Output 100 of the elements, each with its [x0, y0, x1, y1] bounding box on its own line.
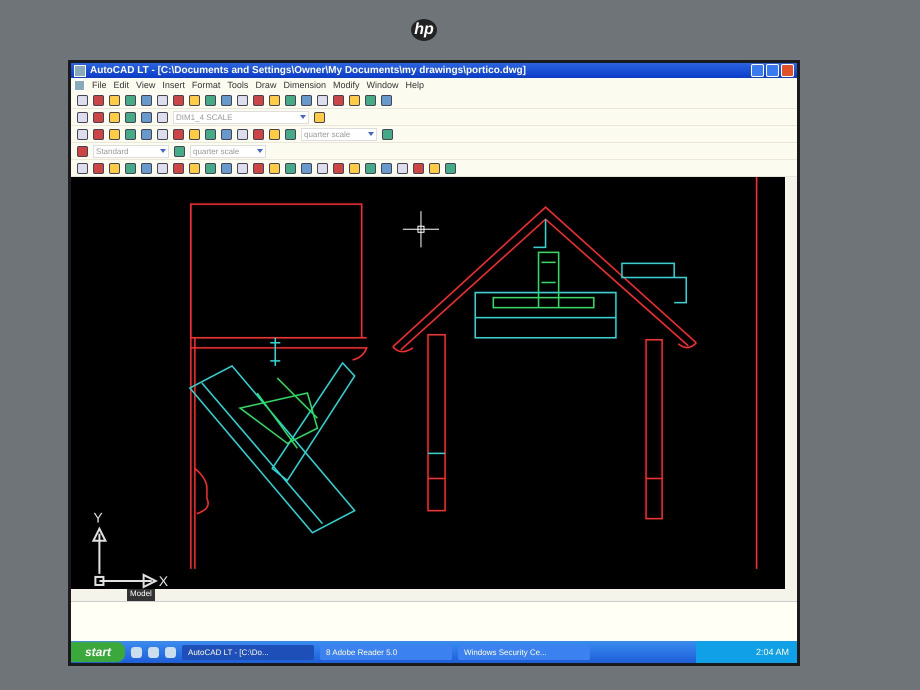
toolbar-icon[interactable]	[317, 162, 328, 174]
toolbar-icon[interactable]	[253, 128, 264, 140]
taskbar-button[interactable]: Windows Security Ce...	[458, 644, 590, 660]
toolbar-icon[interactable]	[269, 128, 280, 140]
menu-item[interactable]: Help	[406, 80, 424, 90]
vertical-scrollbar[interactable]	[785, 177, 797, 589]
toolbar-icon[interactable]	[77, 162, 88, 174]
toolbar-icon[interactable]	[189, 162, 200, 174]
toolbar-icon[interactable]	[189, 128, 200, 140]
toolbar-icon[interactable]	[349, 162, 360, 174]
toolbar-icon[interactable]	[253, 94, 264, 106]
toolbar-icon[interactable]	[93, 128, 104, 140]
toolbar-icon[interactable]	[141, 94, 152, 106]
toolbar-icon[interactable]	[93, 94, 104, 106]
toolbar-icon[interactable]	[125, 94, 136, 106]
quick-launch-icon[interactable]	[165, 646, 176, 658]
toolbar-icon[interactable]	[125, 162, 136, 174]
toolbar-icon[interactable]	[314, 112, 325, 122]
toolbar-icon[interactable]	[221, 162, 232, 174]
toolbar-icon[interactable]	[301, 162, 312, 174]
toolbar-icon[interactable]	[365, 162, 376, 174]
toolbar-icon[interactable]	[382, 128, 393, 140]
toolbar-icon[interactable]	[77, 112, 88, 122]
toolbar-icon[interactable]	[157, 112, 168, 122]
menu-item[interactable]: Format	[192, 80, 220, 90]
toolbar-icon[interactable]	[317, 94, 328, 106]
menu-item[interactable]: Dimension	[283, 80, 326, 90]
toolbar-icon[interactable]	[189, 94, 200, 106]
menu-item[interactable]: Modify	[332, 80, 360, 90]
caret-icon	[300, 115, 306, 119]
menu-item[interactable]: Tools	[227, 80, 248, 90]
toolbar-icon[interactable]	[269, 162, 280, 174]
toolbar-icon[interactable]	[253, 162, 264, 174]
layout-tab[interactable]: Model	[127, 589, 155, 601]
toolbar-icon[interactable]	[237, 128, 248, 140]
menu-item[interactable]: View	[136, 80, 156, 90]
toolbar-icon[interactable]	[77, 146, 88, 156]
toolbar-icon[interactable]	[381, 94, 392, 106]
toolbar-icon[interactable]	[141, 128, 152, 140]
quick-launch-icon[interactable]	[148, 646, 160, 658]
toolbar-icon[interactable]	[93, 162, 104, 174]
toolbar-icon[interactable]	[285, 94, 296, 106]
maximize-button[interactable]	[766, 64, 779, 77]
toolbar-icon[interactable]	[77, 128, 88, 140]
toolbar-icon[interactable]	[429, 162, 440, 174]
toolbar-icon[interactable]	[141, 162, 152, 174]
logo: hp	[411, 19, 437, 41]
toolbar-icon[interactable]	[109, 94, 120, 106]
toolbar-icon[interactable]	[109, 112, 120, 122]
toolbar-icon[interactable]	[365, 94, 376, 106]
toolbar-icon[interactable]	[397, 162, 408, 174]
toolbar-icon[interactable]	[109, 128, 120, 140]
window-title: AutoCAD LT - [C:\Documents and Settings\Owner\My Documents\my drawings\portico.dwg]	[90, 65, 526, 76]
caret-icon	[368, 132, 374, 136]
caret-icon	[160, 149, 166, 153]
toolbar-icon[interactable]	[157, 162, 168, 174]
menu-item[interactable]: Draw	[255, 80, 276, 90]
menu-item[interactable]: Window	[366, 80, 399, 90]
toolbar-icon[interactable]	[237, 94, 248, 106]
document-icon	[74, 80, 85, 90]
toolbar-icon[interactable]	[285, 128, 296, 140]
toolbar-icon[interactable]	[125, 128, 136, 140]
toolbar-icon[interactable]	[333, 162, 344, 174]
toolbar-icon[interactable]	[205, 94, 216, 106]
toolbar-icon[interactable]	[221, 128, 232, 140]
toolbar-icon[interactable]	[174, 146, 185, 156]
toolbar-icon[interactable]	[285, 162, 296, 174]
axis-arrows-icon	[92, 526, 158, 588]
toolbar-icon[interactable]	[237, 162, 248, 174]
toolbar-icon[interactable]	[349, 94, 360, 106]
toolbar-icon[interactable]	[301, 94, 312, 106]
toolbar-icon[interactable]	[109, 162, 120, 174]
toolbar-icon[interactable]	[173, 162, 184, 174]
toolbar-icon[interactable]	[333, 94, 344, 106]
toolbar-icon[interactable]	[173, 128, 184, 140]
toolbar-icon[interactable]	[221, 94, 232, 106]
toolbar-icon[interactable]	[125, 112, 136, 122]
quick-launch-icon[interactable]	[131, 646, 142, 658]
toolbar-icon[interactable]	[413, 162, 424, 174]
minimize-button[interactable]	[751, 64, 764, 77]
toolbar-icon[interactable]	[381, 162, 392, 174]
taskbar-button[interactable]: 8 Adobe Reader 5.0	[320, 644, 452, 660]
toolbar-icon[interactable]	[157, 94, 168, 106]
menu-item[interactable]: Edit	[114, 80, 130, 90]
toolbar-icon[interactable]	[93, 112, 104, 122]
close-button[interactable]	[781, 64, 794, 77]
clock: 2:04 AM	[756, 647, 789, 657]
toolbar-icon[interactable]	[205, 162, 216, 174]
toolbar-icon[interactable]	[269, 94, 280, 106]
toolbar-icon[interactable]	[445, 162, 456, 174]
toolbar-icon[interactable]	[205, 128, 216, 140]
toolbar-icon[interactable]	[157, 128, 168, 140]
menu-item[interactable]: File	[92, 80, 107, 90]
axis-label: Y	[93, 510, 103, 526]
taskbar-button[interactable]: AutoCAD LT - [C:\Do...	[182, 644, 314, 660]
toolbar-icon[interactable]	[173, 94, 184, 106]
caret-icon	[257, 149, 263, 153]
toolbar-icon[interactable]	[141, 112, 152, 122]
menu-item[interactable]: Insert	[162, 80, 185, 90]
toolbar-icon[interactable]	[77, 94, 88, 106]
